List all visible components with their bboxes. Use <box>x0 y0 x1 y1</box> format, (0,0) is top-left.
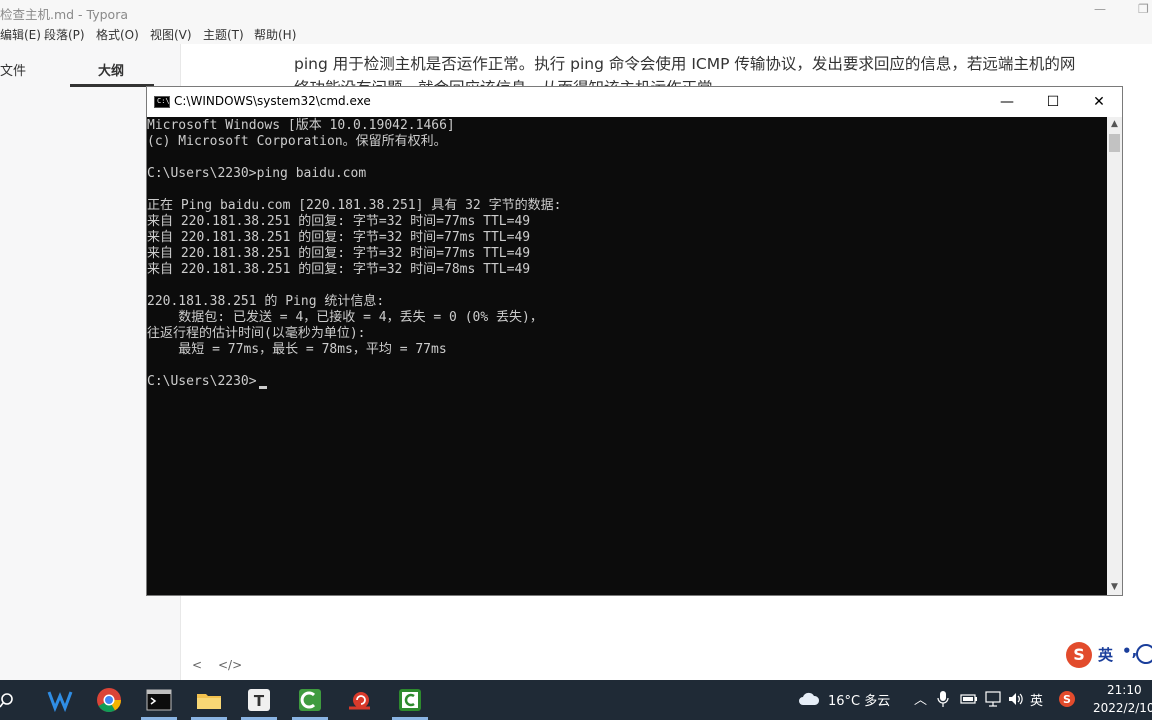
scroll-down-icon[interactable]: ▼ <box>1107 580 1122 595</box>
typora-window-title: 检查主机.md - Typora <box>0 7 129 22</box>
menu-edit[interactable]: 编辑(E) <box>0 26 41 43</box>
svg-text:T: T <box>254 692 265 710</box>
menu-help[interactable]: 帮助(H) <box>254 26 296 43</box>
console-line: 往返行程的估计时间(以毫秒为单位): <box>147 326 366 341</box>
scroll-up-icon[interactable]: ▲ <box>1107 117 1122 132</box>
tab-outline[interactable]: 大纲 <box>98 60 124 79</box>
camtasia-icon[interactable] <box>296 686 324 714</box>
cmd-window-title: C:\WINDOWS\system32\cmd.exe <box>174 94 371 108</box>
console-prompt: C:\Users\2230> <box>147 374 257 389</box>
emoji-icon[interactable] <box>1136 644 1152 664</box>
console-line: 来自 220.181.38.251 的回复: 字节=32 时间=77ms TTL… <box>147 246 531 261</box>
console-line: 最短 = 77ms，最长 = 78ms，平均 = 77ms <box>147 342 447 357</box>
tab-files[interactable]: 文件 <box>0 60 26 79</box>
svg-text:S: S <box>1063 693 1071 706</box>
sogou-tray-icon[interactable]: S <box>1058 690 1076 708</box>
cmd-title-bar[interactable]: C:\ C:\WINDOWS\system32\cmd.exe — ☐ ✕ <box>147 87 1122 117</box>
snail-app-icon[interactable] <box>346 686 374 714</box>
console-output[interactable]: Microsoft Windows [版本 10.0.19042.1466] (… <box>147 117 1107 595</box>
source-code-icon[interactable]: </> <box>218 658 242 672</box>
cmd-taskbar-icon[interactable] <box>145 686 173 714</box>
cloud-weather-icon[interactable] <box>798 690 820 708</box>
minimize-icon[interactable]: — <box>1094 2 1106 16</box>
console-line: 数据包: 已发送 = 4，已接收 = 4，丢失 = 0 (0% 丢失)， <box>147 310 543 325</box>
sogou-logo-icon: S <box>1066 642 1092 668</box>
ime-language[interactable]: 英 <box>1098 644 1113 665</box>
menu-paragraph[interactable]: 段落(P) <box>44 26 85 43</box>
console-line: C:\Users\2230>ping baidu.com <box>147 166 367 181</box>
menu-view[interactable]: 视图(V) <box>150 26 192 43</box>
console-line: 来自 220.181.38.251 的回复: 字节=32 时间=77ms TTL… <box>147 230 531 245</box>
clock-time[interactable]: 21:10 <box>1107 683 1142 697</box>
typora-footer: < </> <box>180 656 380 676</box>
back-icon[interactable]: < <box>192 658 202 672</box>
typora-icon[interactable]: T <box>245 686 273 714</box>
menu-theme[interactable]: 主题(T) <box>203 26 244 43</box>
ime-toolbar[interactable]: S 英 •, <box>1066 640 1152 670</box>
chrome-icon[interactable] <box>95 686 123 714</box>
maximize-button[interactable]: ☐ <box>1030 87 1076 117</box>
battery-icon[interactable] <box>960 693 978 705</box>
text-cursor <box>259 386 267 389</box>
minimize-button[interactable]: — <box>984 87 1030 117</box>
menu-format[interactable]: 格式(O) <box>96 26 139 43</box>
microphone-icon[interactable] <box>937 690 949 708</box>
camtasia-recorder-icon[interactable] <box>396 686 424 714</box>
wps-icon[interactable] <box>46 686 74 714</box>
paragraph-line-1: ping 用于检测主机是否运作正常。执行 ping 命令会使用 ICMP 传输协… <box>294 55 1076 73</box>
vertical-scrollbar[interactable]: ▲ ▼ <box>1107 117 1122 595</box>
volume-icon[interactable] <box>1007 691 1025 707</box>
cmd-app-icon: C:\ <box>154 96 170 108</box>
chevron-up-icon[interactable]: ︿ <box>914 689 927 708</box>
console-line: 来自 220.181.38.251 的回复: 字节=32 时间=78ms TTL… <box>147 262 531 277</box>
cmd-window[interactable]: C:\ C:\WINDOWS\system32\cmd.exe — ☐ ✕ Mi… <box>146 86 1123 596</box>
active-tab-indicator <box>70 84 154 87</box>
close-button[interactable]: ✕ <box>1076 87 1122 117</box>
clock-date[interactable]: 2022/2/10 <box>1093 701 1152 715</box>
restore-icon[interactable]: ❐ <box>1138 2 1149 16</box>
file-explorer-icon[interactable] <box>195 686 223 714</box>
console-line: Microsoft Windows [版本 10.0.19042.1466] <box>147 118 455 133</box>
network-icon[interactable] <box>984 691 1002 707</box>
search-icon[interactable] <box>0 692 18 710</box>
scrollbar-thumb[interactable] <box>1109 134 1120 152</box>
typora-menubar: 编辑(E) 段落(P) 格式(O) 视图(V) 主题(T) 帮助(H) <box>0 24 1152 44</box>
typora-title-bar: 检查主机.md - Typora — ❐ <box>0 0 1152 24</box>
taskbar: T 16°C 多云 ︿ 英 S 21:10 2022/2/10 <box>0 680 1152 720</box>
ime-punctuation[interactable]: •, <box>1122 642 1137 660</box>
input-language-indicator[interactable]: 英 <box>1030 690 1043 709</box>
console-line: (c) Microsoft Corporation。保留所有权利。 <box>147 134 447 149</box>
console-line: 220.181.38.251 的 Ping 统计信息: <box>147 294 385 309</box>
console-line: 正在 Ping baidu.com [220.181.38.251] 具有 32… <box>147 198 562 213</box>
console-line: 来自 220.181.38.251 的回复: 字节=32 时间=77ms TTL… <box>147 214 531 229</box>
weather-text[interactable]: 16°C 多云 <box>828 690 890 709</box>
